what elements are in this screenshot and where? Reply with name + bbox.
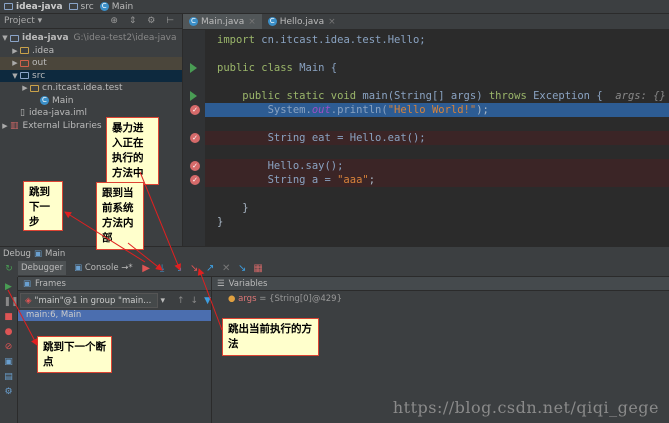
- project-panel-tools[interactable]: ⊕ ⇕ ⚙ ⊢: [110, 16, 178, 26]
- code-editor[interactable]: C Main.java × C Hello.java × import cn.itcas…: [183, 14, 669, 246]
- breakpoint-icon[interactable]: ✓: [190, 133, 200, 143]
- frame-row[interactable]: main:6, Main: [18, 310, 211, 321]
- resume-icon[interactable]: ▶: [4, 282, 14, 292]
- folder-icon: [20, 59, 29, 67]
- module-folder-icon: [10, 34, 19, 42]
- tab-hello-java[interactable]: C Hello.java ×: [262, 14, 342, 29]
- parameter-icon: ●: [228, 294, 236, 304]
- tab-debugger[interactable]: Debugger: [18, 261, 67, 275]
- variables-header: ☰ Variables: [212, 277, 669, 291]
- run-to-cursor-icon[interactable]: ↘: [237, 263, 248, 274]
- breadcrumb-project[interactable]: idea-java: [4, 2, 63, 12]
- breakpoint-line: String a = "aaa";: [205, 173, 669, 187]
- folder-icon: [4, 2, 13, 10]
- evaluate-icon[interactable]: ▦: [253, 263, 264, 274]
- annotation-resume: 跳到下一个断点: [37, 336, 112, 373]
- thread-selector[interactable]: ◈ "main"@1 in group "main... ▾ ↑ ↓ ▼: [20, 293, 211, 308]
- code-line: }: [217, 216, 224, 228]
- tree-item-package[interactable]: ▶ cn.itcast.idea.test: [0, 82, 182, 95]
- annotation-step-over: 跳到下一步: [23, 181, 63, 231]
- debug-side-toolbar: ▶ ❚❚ ■ ● ⊘ ▣ ▤ ⚙: [0, 277, 19, 423]
- breakpoint-line: String eat = Hello.eat();: [205, 131, 669, 145]
- class-icon: C: [99, 1, 109, 11]
- drop-frame-icon[interactable]: ✕: [221, 263, 232, 274]
- code-line: }: [217, 202, 249, 214]
- layout-icon[interactable]: ▤: [4, 372, 14, 382]
- class-icon: C: [189, 17, 198, 26]
- debug-panel: Debug ▣ Main ↻ Debugger ▣ Console →* ▶ ⤓ ↘…: [0, 246, 669, 423]
- frames-header: ▣ Frames: [18, 277, 211, 291]
- tree-item-src[interactable]: ▼ src: [0, 69, 182, 82]
- step-out-icon[interactable]: ↗: [205, 263, 216, 274]
- filter-icon[interactable]: ▼: [204, 296, 211, 306]
- rerun-icon[interactable]: ↻: [4, 264, 14, 274]
- class-icon: C: [40, 96, 49, 106]
- camera-icon[interactable]: ▣: [4, 357, 14, 367]
- view-breakpoints-icon[interactable]: ●: [4, 327, 14, 337]
- breakpoint-line: Hello.say();: [205, 159, 669, 173]
- annotation-step-out: 跳出当前执行的方法: [222, 318, 319, 356]
- watermark: https://blog.csdn.net/qiqi_gege: [392, 398, 659, 417]
- tree-item-main[interactable]: C Main: [0, 95, 182, 108]
- editor-tabs: C Main.java × C Hello.java ×: [183, 14, 669, 30]
- annotation-force-step-into: 暴力进入正在执行的方法中: [106, 117, 159, 185]
- breakpoint-icon[interactable]: ✓: [190, 161, 200, 171]
- debug-toolbar: Debugger ▣ Console →* ▶ ⤓ ↘ ↘ ↗ ✕ ↘ ▦: [18, 260, 669, 277]
- down-icon[interactable]: ↓: [191, 296, 199, 306]
- breakpoint-icon[interactable]: ✓: [190, 175, 200, 185]
- annotation-step-into: 跟到当前系统方法内部: [96, 182, 144, 250]
- code-line: public class Main {: [217, 62, 338, 74]
- breadcrumb-folder[interactable]: src: [68, 2, 94, 12]
- settings-icon[interactable]: ⚙: [4, 387, 14, 397]
- up-icon[interactable]: ↑: [177, 296, 185, 306]
- code-line: public static void main(String[] args) t…: [217, 90, 666, 102]
- tab-console[interactable]: ▣ Console →*: [71, 261, 136, 275]
- close-icon[interactable]: ×: [248, 17, 256, 27]
- current-execution-line: System.out.println("Hello World!");: [205, 103, 669, 117]
- source-folder-icon: [20, 72, 29, 80]
- project-panel-header: Project ▾ ⊕ ⇕ ⚙ ⊢: [0, 14, 182, 29]
- step-over-icon[interactable]: ⤓: [157, 263, 168, 274]
- step-into-icon[interactable]: ↘: [173, 263, 184, 274]
- project-view-dropdown[interactable]: Project ▾: [4, 16, 42, 26]
- force-step-into-icon[interactable]: ↘: [189, 263, 200, 274]
- variable-row[interactable]: ● args = {String[0]@429}: [212, 291, 669, 304]
- folder-icon: [68, 2, 78, 10]
- folder-icon: [20, 47, 29, 55]
- breakpoint-icon[interactable]: ✓: [190, 105, 200, 115]
- code-line: import cn.itcast.idea.test.Hello;: [217, 34, 426, 46]
- library-icon: ▥: [10, 120, 19, 131]
- file-icon: ▯: [20, 108, 25, 119]
- show-execution-point-icon[interactable]: ▶: [141, 263, 152, 274]
- tab-main-java[interactable]: C Main.java ×: [183, 14, 262, 29]
- breadcrumb: idea-java src C Main: [0, 0, 669, 14]
- breadcrumb-file[interactable]: C Main: [99, 1, 133, 12]
- package-icon: [30, 84, 39, 92]
- mute-breakpoints-icon[interactable]: ⊘: [4, 342, 14, 352]
- tree-item-idea[interactable]: ▶ .idea: [0, 45, 182, 58]
- close-icon[interactable]: ×: [328, 17, 336, 27]
- tree-item-out[interactable]: ▶ out: [0, 57, 182, 70]
- tree-item-idea-java[interactable]: ▼ idea-java G:\idea-test2\idea-java: [0, 32, 182, 45]
- stop-icon[interactable]: ■: [4, 312, 14, 322]
- class-icon: C: [267, 17, 277, 26]
- app-icon: ▣: [33, 248, 42, 259]
- pause-icon[interactable]: ❚❚: [4, 297, 19, 307]
